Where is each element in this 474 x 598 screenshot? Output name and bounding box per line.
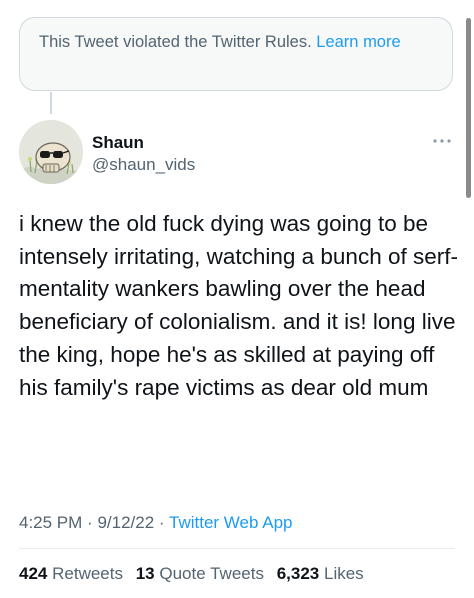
tweet-metadata: 4:25 PM · 9/12/22 · Twitter Web App xyxy=(19,512,292,534)
tweet-violation-notice: This Tweet violated the Twitter Rules. L… xyxy=(19,17,453,91)
thread-connector-line xyxy=(50,92,52,114)
likes-stat[interactable]: 6,323 Likes xyxy=(277,564,364,583)
more-horizontal-icon[interactable] xyxy=(431,134,453,148)
tweet-stats: 424 Retweets 13 Quote Tweets 6,323 Likes xyxy=(19,563,372,585)
quote-tweets-count: 13 xyxy=(135,564,155,583)
violation-text: This Tweet violated the Twitter Rules. xyxy=(39,33,312,51)
tweet-text: i knew the old fuck dying was going to b… xyxy=(19,211,458,400)
learn-more-link[interactable]: Learn more xyxy=(316,33,400,51)
skull-avatar-image xyxy=(19,120,83,184)
tweet-source-link[interactable]: Twitter Web App xyxy=(169,513,292,532)
scrollbar-thumb[interactable] xyxy=(466,18,471,198)
meta-separator: · xyxy=(87,513,93,532)
likes-label: Likes xyxy=(323,564,364,583)
avatar[interactable] xyxy=(19,120,83,184)
author-handle[interactable]: @shaun_vids xyxy=(92,155,195,175)
author-display-name[interactable]: Shaun xyxy=(92,133,144,153)
tweet-date[interactable]: 9/12/22 xyxy=(97,513,154,532)
quote-tweets-stat[interactable]: 13 Quote Tweets xyxy=(136,564,264,583)
tweet-time[interactable]: 4:25 PM xyxy=(19,513,82,532)
quote-tweets-label: Quote Tweets xyxy=(159,564,264,583)
likes-count: 6,323 xyxy=(276,564,320,583)
meta-separator: · xyxy=(158,513,165,532)
retweets-stat[interactable]: 424 Retweets xyxy=(19,564,123,583)
divider xyxy=(19,548,455,549)
retweets-count: 424 xyxy=(19,564,48,583)
retweets-label: Retweets xyxy=(52,564,123,583)
